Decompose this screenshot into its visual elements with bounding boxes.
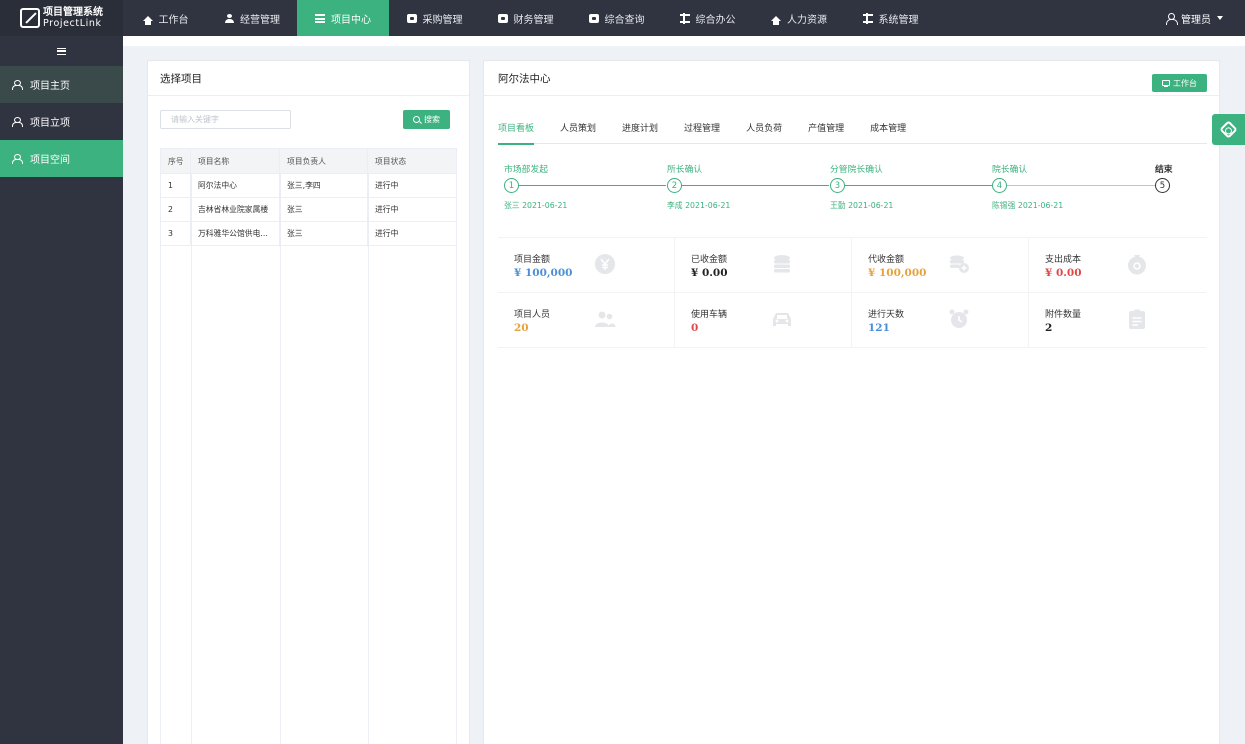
- approval-steps: 市场部发起 1 张三 2021-06-21 所长确认 2 李成 2021-06-…: [504, 162, 1184, 212]
- logo-title: 项目管理系统: [43, 7, 103, 18]
- nav-item-office[interactable]: 综合办公: [662, 0, 753, 36]
- table-row[interactable]: 2 吉林省林业院家属楼 张三 进行中: [161, 198, 456, 222]
- user-name: 管理员: [1181, 14, 1211, 26]
- settings-float-button[interactable]: [1212, 114, 1245, 145]
- tab-dashboard[interactable]: 项目看板: [498, 122, 535, 145]
- step-number: 4: [992, 178, 1007, 193]
- step-desc: 陈锡强 2021-06-21: [992, 201, 1064, 210]
- nav-item-business[interactable]: 经营管理: [208, 0, 297, 36]
- step-number: 5: [1155, 178, 1170, 193]
- search-row: 搜索: [160, 110, 450, 129]
- table-header: 序号 项目名称 项目负责人 项目状态: [161, 149, 456, 174]
- money-bag-icon: [1128, 255, 1146, 275]
- box-icon: [588, 13, 599, 23]
- logo-icon: [20, 8, 40, 28]
- user-icon: [1166, 12, 1178, 25]
- app-logo[interactable]: 项目管理系统 ProjectLink: [0, 0, 123, 36]
- table-row[interactable]: 1 阿尔法中心 张三,李四 进行中: [161, 174, 456, 198]
- sliders-icon: [679, 12, 690, 24]
- tab-output-value[interactable]: 产值管理: [808, 122, 844, 144]
- people-icon: [595, 311, 616, 327]
- home-icon: [771, 15, 781, 25]
- step-3: 分管院长确认: [830, 165, 883, 175]
- clipboard-icon: [1129, 309, 1145, 329]
- stat-project-amount: 项目金额 ¥ 100,000: [498, 238, 675, 293]
- project-title: 阿尔法中心: [484, 61, 1219, 96]
- step-number: 2: [667, 178, 682, 193]
- search-icon: [413, 116, 420, 123]
- stat-project-staff: 项目人员 20: [498, 293, 675, 348]
- stat-expense-cost: 支出成本 ¥ 0.00: [1029, 238, 1206, 293]
- stat-vehicles: 使用车辆 0: [675, 293, 852, 348]
- user-icon: [12, 153, 23, 164]
- sidebar-item-project-setup[interactable]: 项目立项: [0, 103, 123, 140]
- stat-attachments: 附件数量 2: [1029, 293, 1206, 348]
- box-icon: [497, 13, 508, 23]
- main-nav: 工作台 经营管理 项目中心 采购管理 财务管理 综合查询 综合办公 人力资源 系…: [123, 0, 936, 36]
- coins-icon: [774, 255, 790, 273]
- menu-toggle-button[interactable]: [0, 36, 123, 66]
- box-icon: [406, 13, 417, 23]
- sidebar-item-project-space[interactable]: 项目空间: [0, 140, 123, 177]
- nav-item-finance[interactable]: 财务管理: [480, 0, 571, 36]
- search-button[interactable]: 搜索: [403, 110, 450, 129]
- project-detail-panel: 阿尔法中心 工作台 项目看板 人员策划 进度计划 过程管理 人员负荷 产值管理 …: [483, 60, 1220, 744]
- step-desc: 王勤 2021-06-21: [830, 201, 894, 210]
- stat-received-amount: 已收金额 ¥ 0.00: [675, 238, 852, 293]
- nav-item-procurement[interactable]: 采购管理: [389, 0, 480, 36]
- column-header: 项目负责人: [280, 149, 368, 173]
- nav-item-system[interactable]: 系统管理: [845, 0, 936, 36]
- hamburger-icon: [57, 47, 66, 55]
- nav-item-hr[interactable]: 人力资源: [753, 0, 845, 36]
- step-5: 结束: [1155, 165, 1173, 175]
- step-number: 1: [504, 178, 519, 193]
- step-number: 3: [830, 178, 845, 193]
- tab-staff-plan[interactable]: 人员策划: [560, 122, 596, 144]
- home-icon: [142, 15, 153, 25]
- user-icon: [12, 116, 23, 127]
- sidebar: 项目主页 项目立项 项目空间: [0, 36, 123, 744]
- tab-schedule[interactable]: 进度计划: [622, 122, 658, 144]
- stat-collecting-amount: 代收金额 ¥ 100,000: [852, 238, 1029, 293]
- main-content: 选择项目 搜索 序号 项目名称 项目负责人 项目状态 1 阿尔法中心 张三,李四: [123, 36, 1245, 744]
- project-tabs: 项目看板 人员策划 进度计划 过程管理 人员负荷 产值管理 成本管理: [498, 122, 1207, 145]
- project-table: 序号 项目名称 项目负责人 项目状态 1 阿尔法中心 张三,李四 进行中 2 吉…: [160, 148, 457, 744]
- sidebar-item-project-home[interactable]: 项目主页: [0, 66, 123, 103]
- caret-down-icon: [1217, 16, 1223, 20]
- workbench-button[interactable]: 工作台: [1152, 74, 1207, 92]
- stat-days-in-progress: 进行天数 121: [852, 293, 1029, 348]
- list-icon: [315, 13, 325, 23]
- sliders-icon: [862, 12, 873, 24]
- stats-grid: 项目金额 ¥ 100,000 已收金额 ¥ 0.00 代收金额 ¥ 100,00…: [498, 237, 1207, 348]
- nav-item-project-center[interactable]: 项目中心: [297, 0, 389, 36]
- monitor-icon: [1162, 80, 1170, 88]
- user-menu[interactable]: 管理员: [1166, 0, 1223, 36]
- user-icon: [12, 79, 23, 90]
- nav-item-workbench[interactable]: 工作台: [123, 0, 208, 36]
- coin-add-icon: [950, 255, 969, 273]
- settings-icon: [1219, 120, 1238, 139]
- step-desc: 张三 2021-06-21: [504, 201, 568, 210]
- logo-subtitle: ProjectLink: [43, 18, 102, 29]
- yen-icon: [595, 254, 615, 274]
- project-select-panel: 选择项目 搜索 序号 项目名称 项目负责人 项目状态 1 阿尔法中心 张三,李四: [147, 60, 470, 744]
- column-header: 项目状态: [375, 156, 407, 166]
- user-icon: [225, 13, 234, 23]
- panel-title: 选择项目: [148, 61, 469, 96]
- step-2: 所长确认: [667, 165, 703, 175]
- top-navbar: 项目管理系统 ProjectLink 工作台 经营管理 项目中心 采购管理 财务…: [0, 0, 1245, 36]
- tab-cost[interactable]: 成本管理: [870, 122, 906, 144]
- step-1: 市场部发起: [504, 165, 548, 175]
- car-icon: [773, 313, 791, 326]
- column-header: 序号: [161, 149, 191, 173]
- step-4: 院长确认: [992, 165, 1028, 175]
- tab-workload[interactable]: 人员负荷: [746, 122, 782, 144]
- step-desc: 李成 2021-06-21: [667, 201, 731, 210]
- column-header: 项目名称: [191, 149, 280, 173]
- tab-process[interactable]: 过程管理: [684, 122, 720, 144]
- table-row[interactable]: 3 万科雅华公馆供电... 张三 进行中: [161, 222, 456, 246]
- search-input[interactable]: [160, 110, 291, 129]
- nav-item-query[interactable]: 综合查询: [571, 0, 662, 36]
- alarm-clock-icon: [949, 309, 969, 328]
